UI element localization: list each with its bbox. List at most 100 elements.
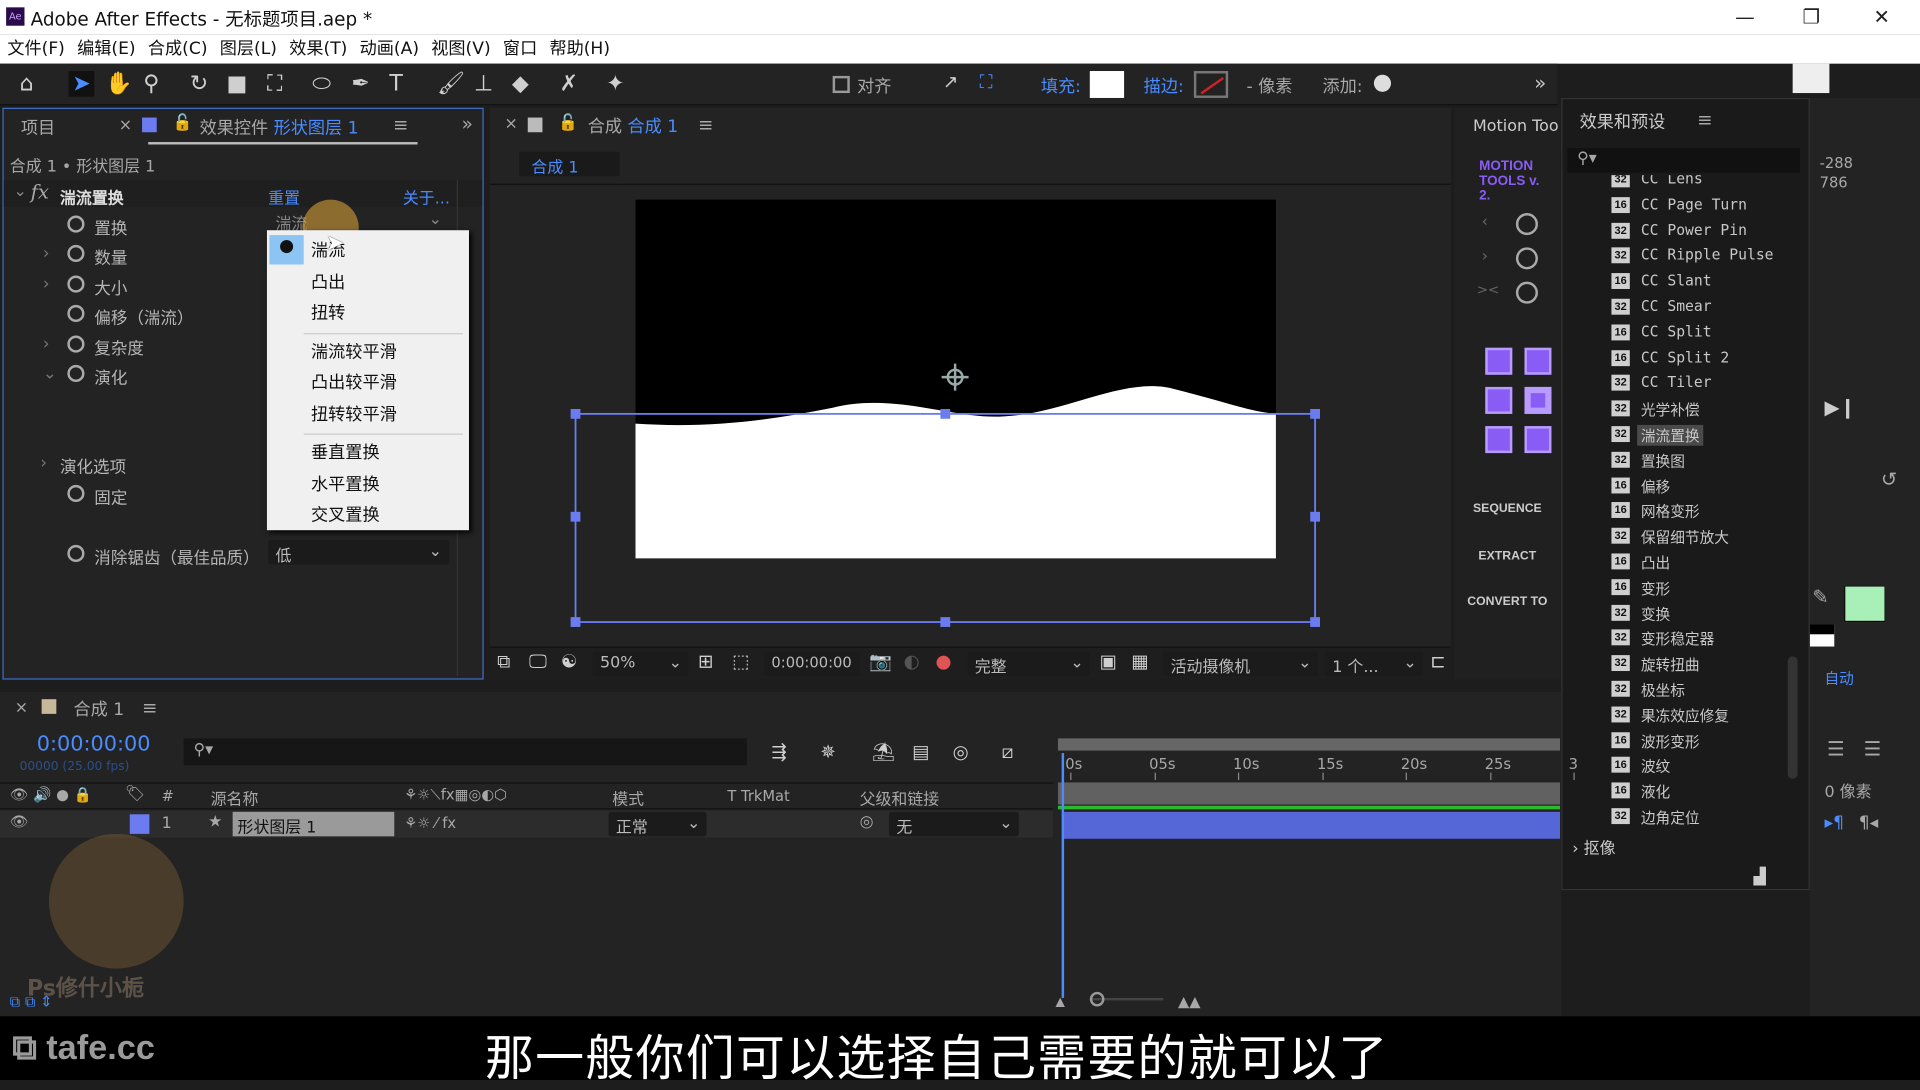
- chevron-right-icon[interactable]: ›: [40, 453, 47, 473]
- effect-item[interactable]: 16 网格变形: [1611, 499, 1782, 523]
- roi-icon[interactable]: ▣: [1100, 650, 1117, 672]
- effect-item[interactable]: 32 CC Smear: [1611, 295, 1782, 319]
- timeline-zoom-slider[interactable]: [1089, 991, 1164, 1007]
- panel-overflow-icon[interactable]: »: [462, 113, 473, 135]
- chevron-right-icon[interactable]: ›: [43, 334, 50, 354]
- lock-icon[interactable]: 🔓: [173, 114, 193, 132]
- blend-mode-dropdown[interactable]: 正常 ⌄: [608, 811, 707, 838]
- menu-item[interactable]: 效果(T): [289, 39, 347, 59]
- effect-item[interactable]: 32 置换图: [1611, 448, 1782, 472]
- pan-behind-icon[interactable]: ⛶: [267, 71, 282, 97]
- indent-value[interactable]: 0 像素: [1824, 779, 1871, 802]
- menu-item[interactable]: 图层(L): [220, 39, 277, 59]
- about-link[interactable]: 关于...: [403, 185, 450, 208]
- close-button[interactable]: ✕: [1873, 5, 1889, 28]
- fill-swatch[interactable]: [1089, 71, 1125, 98]
- effects-search-input[interactable]: ⚲▾: [1567, 148, 1801, 173]
- undo-icon[interactable]: ↺: [1881, 468, 1897, 491]
- pickwhip-icon[interactable]: ◎: [860, 813, 874, 831]
- stopwatch-icon[interactable]: [67, 304, 85, 323]
- effect-item[interactable]: 16 CC Split: [1611, 321, 1782, 345]
- fill-color-swatch[interactable]: [1844, 585, 1886, 623]
- effect-item[interactable]: 32 CC Lens: [1611, 175, 1782, 192]
- antialias-dropdown[interactable]: 低 ⌄: [268, 540, 450, 566]
- ease-in-knob[interactable]: [1515, 213, 1538, 236]
- rotate-tool-icon[interactable]: ↻: [190, 71, 208, 97]
- effect-item[interactable]: 32 果冻效应修复: [1611, 703, 1782, 727]
- effects-scrollbar[interactable]: [1787, 656, 1798, 779]
- sequence-button[interactable]: SEQUENCE: [1455, 502, 1560, 515]
- work-area-bar[interactable]: [1057, 738, 1561, 751]
- flowchart-icon[interactable]: ⊏: [1430, 650, 1445, 672]
- align-checkbox[interactable]: [832, 75, 850, 94]
- camera-tool-icon[interactable]: ■: [227, 71, 248, 97]
- effect-item[interactable]: 16 变形: [1611, 575, 1782, 599]
- effect-item[interactable]: 16 CC Slant: [1611, 270, 1782, 294]
- selection-tool-icon[interactable]: ➤: [68, 71, 95, 97]
- menu-item[interactable]: 编辑(E): [77, 39, 136, 59]
- menu-option[interactable]: 交叉置换: [311, 502, 380, 526]
- chevron-right-icon[interactable]: ›: [43, 274, 50, 294]
- panel-menu-icon[interactable]: ≡: [393, 114, 408, 136]
- new-folder-icon[interactable]: ▟: [1753, 868, 1765, 886]
- menu-item[interactable]: 动画(A): [360, 39, 419, 59]
- roto-brush-icon[interactable]: ✗: [560, 71, 578, 97]
- effect-item[interactable]: 16 波纹: [1611, 754, 1782, 778]
- effect-item[interactable]: 16 偏移: [1611, 473, 1782, 497]
- anchor-center[interactable]: [1524, 386, 1552, 414]
- eraser-icon[interactable]: ◆: [512, 71, 529, 97]
- displacement-dropdown[interactable]: 湍流 ⌄: [268, 208, 449, 234]
- shy-layers-icon[interactable]: ⛱: [872, 741, 895, 763]
- home-icon[interactable]: ⌂: [20, 71, 34, 97]
- close-tab-icon[interactable]: ×: [119, 116, 132, 134]
- show-snapshot-icon[interactable]: ◐: [904, 650, 920, 672]
- stopwatch-icon[interactable]: [67, 364, 85, 383]
- zoom-tool-icon[interactable]: ⚲: [143, 71, 159, 97]
- layer-switches[interactable]: ⚘☼ ⁄ fx: [404, 814, 456, 831]
- region-icon[interactable]: ⬚: [732, 650, 749, 672]
- chevron-right-icon[interactable]: ›: [43, 244, 50, 264]
- stroke-width[interactable]: - 像素: [1247, 73, 1293, 97]
- stopwatch-icon[interactable]: [67, 544, 85, 563]
- pen-tool-icon[interactable]: ✒: [351, 71, 369, 97]
- restore-button[interactable]: ❐: [1802, 5, 1820, 28]
- visibility-icon[interactable]: 👁: [10, 813, 29, 830]
- stopwatch-icon[interactable]: [67, 244, 85, 263]
- menu-option[interactable]: 凸出: [311, 269, 345, 293]
- parent-dropdown[interactable]: 无 ⌄: [888, 811, 1019, 838]
- layer-duration-bar[interactable]: [1062, 811, 1561, 839]
- close-tab-icon[interactable]: ×: [15, 699, 28, 717]
- toolbar-overflow[interactable]: »: [1534, 71, 1546, 94]
- effect-item[interactable]: 16 CC Split 2: [1611, 346, 1782, 370]
- clone-stamp-icon[interactable]: ⊥: [474, 71, 493, 97]
- mask-icon[interactable]: ☯: [561, 650, 577, 672]
- graph-editor-icon[interactable]: ⧄: [1002, 741, 1014, 763]
- effect-item[interactable]: 16 CC Page Turn: [1611, 193, 1782, 217]
- effect-item[interactable]: 32 旋转扭曲: [1611, 652, 1782, 676]
- timeline-search-input[interactable]: ⚲▾: [183, 738, 747, 766]
- menu-item[interactable]: 帮助(H): [549, 39, 610, 59]
- rtl-icon[interactable]: ¶◂: [1859, 813, 1879, 833]
- menu-option[interactable]: 垂直置换: [311, 440, 380, 464]
- timeline-bottom-icons[interactable]: ⧉ ⧉ ⇕: [10, 993, 53, 1011]
- effect-item[interactable]: 32 光学补偿: [1611, 397, 1782, 421]
- anchor-top-left[interactable]: [1485, 347, 1513, 375]
- anchor-top-right[interactable]: [1524, 347, 1552, 375]
- effect-item[interactable]: 32 边角定位: [1611, 804, 1782, 828]
- stopwatch-icon[interactable]: [67, 215, 85, 233]
- zoom-out-icon[interactable]: ▲: [1056, 996, 1065, 1009]
- type-tool-icon[interactable]: T: [389, 71, 402, 97]
- ease-both-knob[interactable]: [1515, 281, 1538, 304]
- default-colors-icon[interactable]: [1809, 624, 1835, 647]
- comp-flowchart-icon[interactable]: ⇶: [771, 741, 786, 763]
- anchor-left[interactable]: [1485, 386, 1513, 414]
- views-dropdown[interactable]: 1 个... ⌄: [1324, 651, 1423, 677]
- ease-out-knob[interactable]: [1515, 247, 1538, 270]
- layer-name[interactable]: 形状图层 1: [232, 811, 395, 838]
- zoom-dropdown[interactable]: 50% ⌄: [592, 651, 689, 676]
- panel-menu-icon[interactable]: ≡: [1697, 109, 1712, 131]
- effect-item[interactable]: 32 CC Tiler: [1611, 371, 1782, 395]
- puppet-pin-icon[interactable]: ✦: [606, 71, 624, 97]
- source-name-header[interactable]: 源名称: [211, 786, 259, 809]
- effect-item[interactable]: 32 CC Ripple Pulse: [1611, 244, 1782, 268]
